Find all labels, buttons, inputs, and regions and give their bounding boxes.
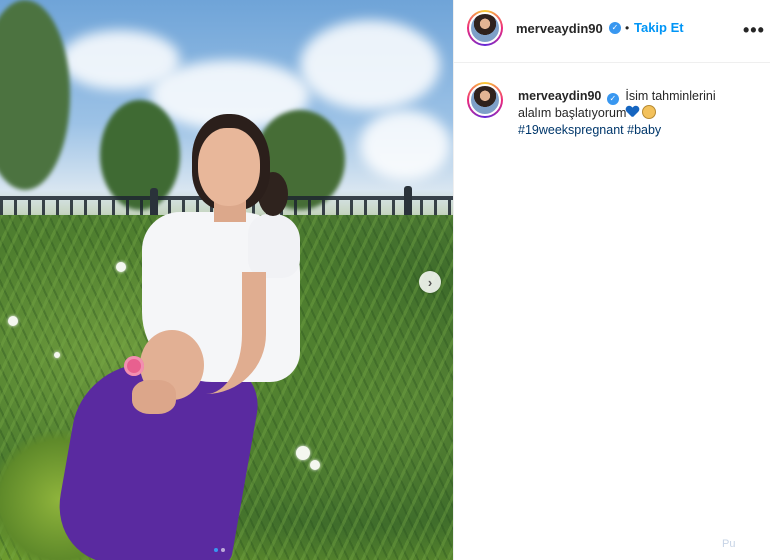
blue-heart-icon (626, 106, 639, 118)
chevron-right-icon[interactable]: › (419, 271, 441, 293)
carousel-dot-active (214, 548, 218, 552)
caption: merveaydin90 ✓ İsim tahminlerini alalım … (518, 88, 748, 139)
more-options-icon[interactable]: ••• (743, 20, 765, 41)
tree (100, 100, 180, 210)
watermark-text: Pu (722, 538, 736, 550)
carousel-dot (221, 548, 225, 552)
hand (132, 380, 176, 414)
username-link[interactable]: merveaydin90 (516, 21, 603, 36)
cloud (360, 110, 450, 180)
caption-avatar[interactable] (467, 82, 503, 118)
verified-badge-icon: ✓ (606, 93, 619, 105)
caption-username[interactable]: merveaydin90 (518, 89, 601, 103)
hashtag-link[interactable]: #baby (627, 123, 661, 137)
baby-face-icon (642, 105, 657, 119)
follow-button[interactable]: Takip Et (634, 20, 684, 35)
post-photo[interactable]: › (0, 0, 453, 560)
tree (0, 0, 70, 190)
sleeve (248, 214, 300, 278)
cloud (300, 20, 440, 110)
white-flower (54, 352, 60, 358)
post-header: merveaydin90 ✓ • Takip Et ••• (454, 0, 770, 63)
post-sidebar: merveaydin90 ✓ • Takip Et ••• merveaydin… (453, 0, 770, 560)
avatar[interactable] (467, 10, 503, 46)
verified-badge-icon: ✓ (609, 22, 621, 34)
hashtag-link[interactable]: #19weekspregnant (518, 123, 624, 137)
white-flower (310, 460, 320, 470)
pink-flower (124, 356, 144, 376)
face (198, 128, 260, 206)
white-flower (116, 262, 126, 272)
white-flower (296, 446, 310, 460)
white-flower (8, 316, 18, 326)
separator: • (625, 21, 630, 35)
